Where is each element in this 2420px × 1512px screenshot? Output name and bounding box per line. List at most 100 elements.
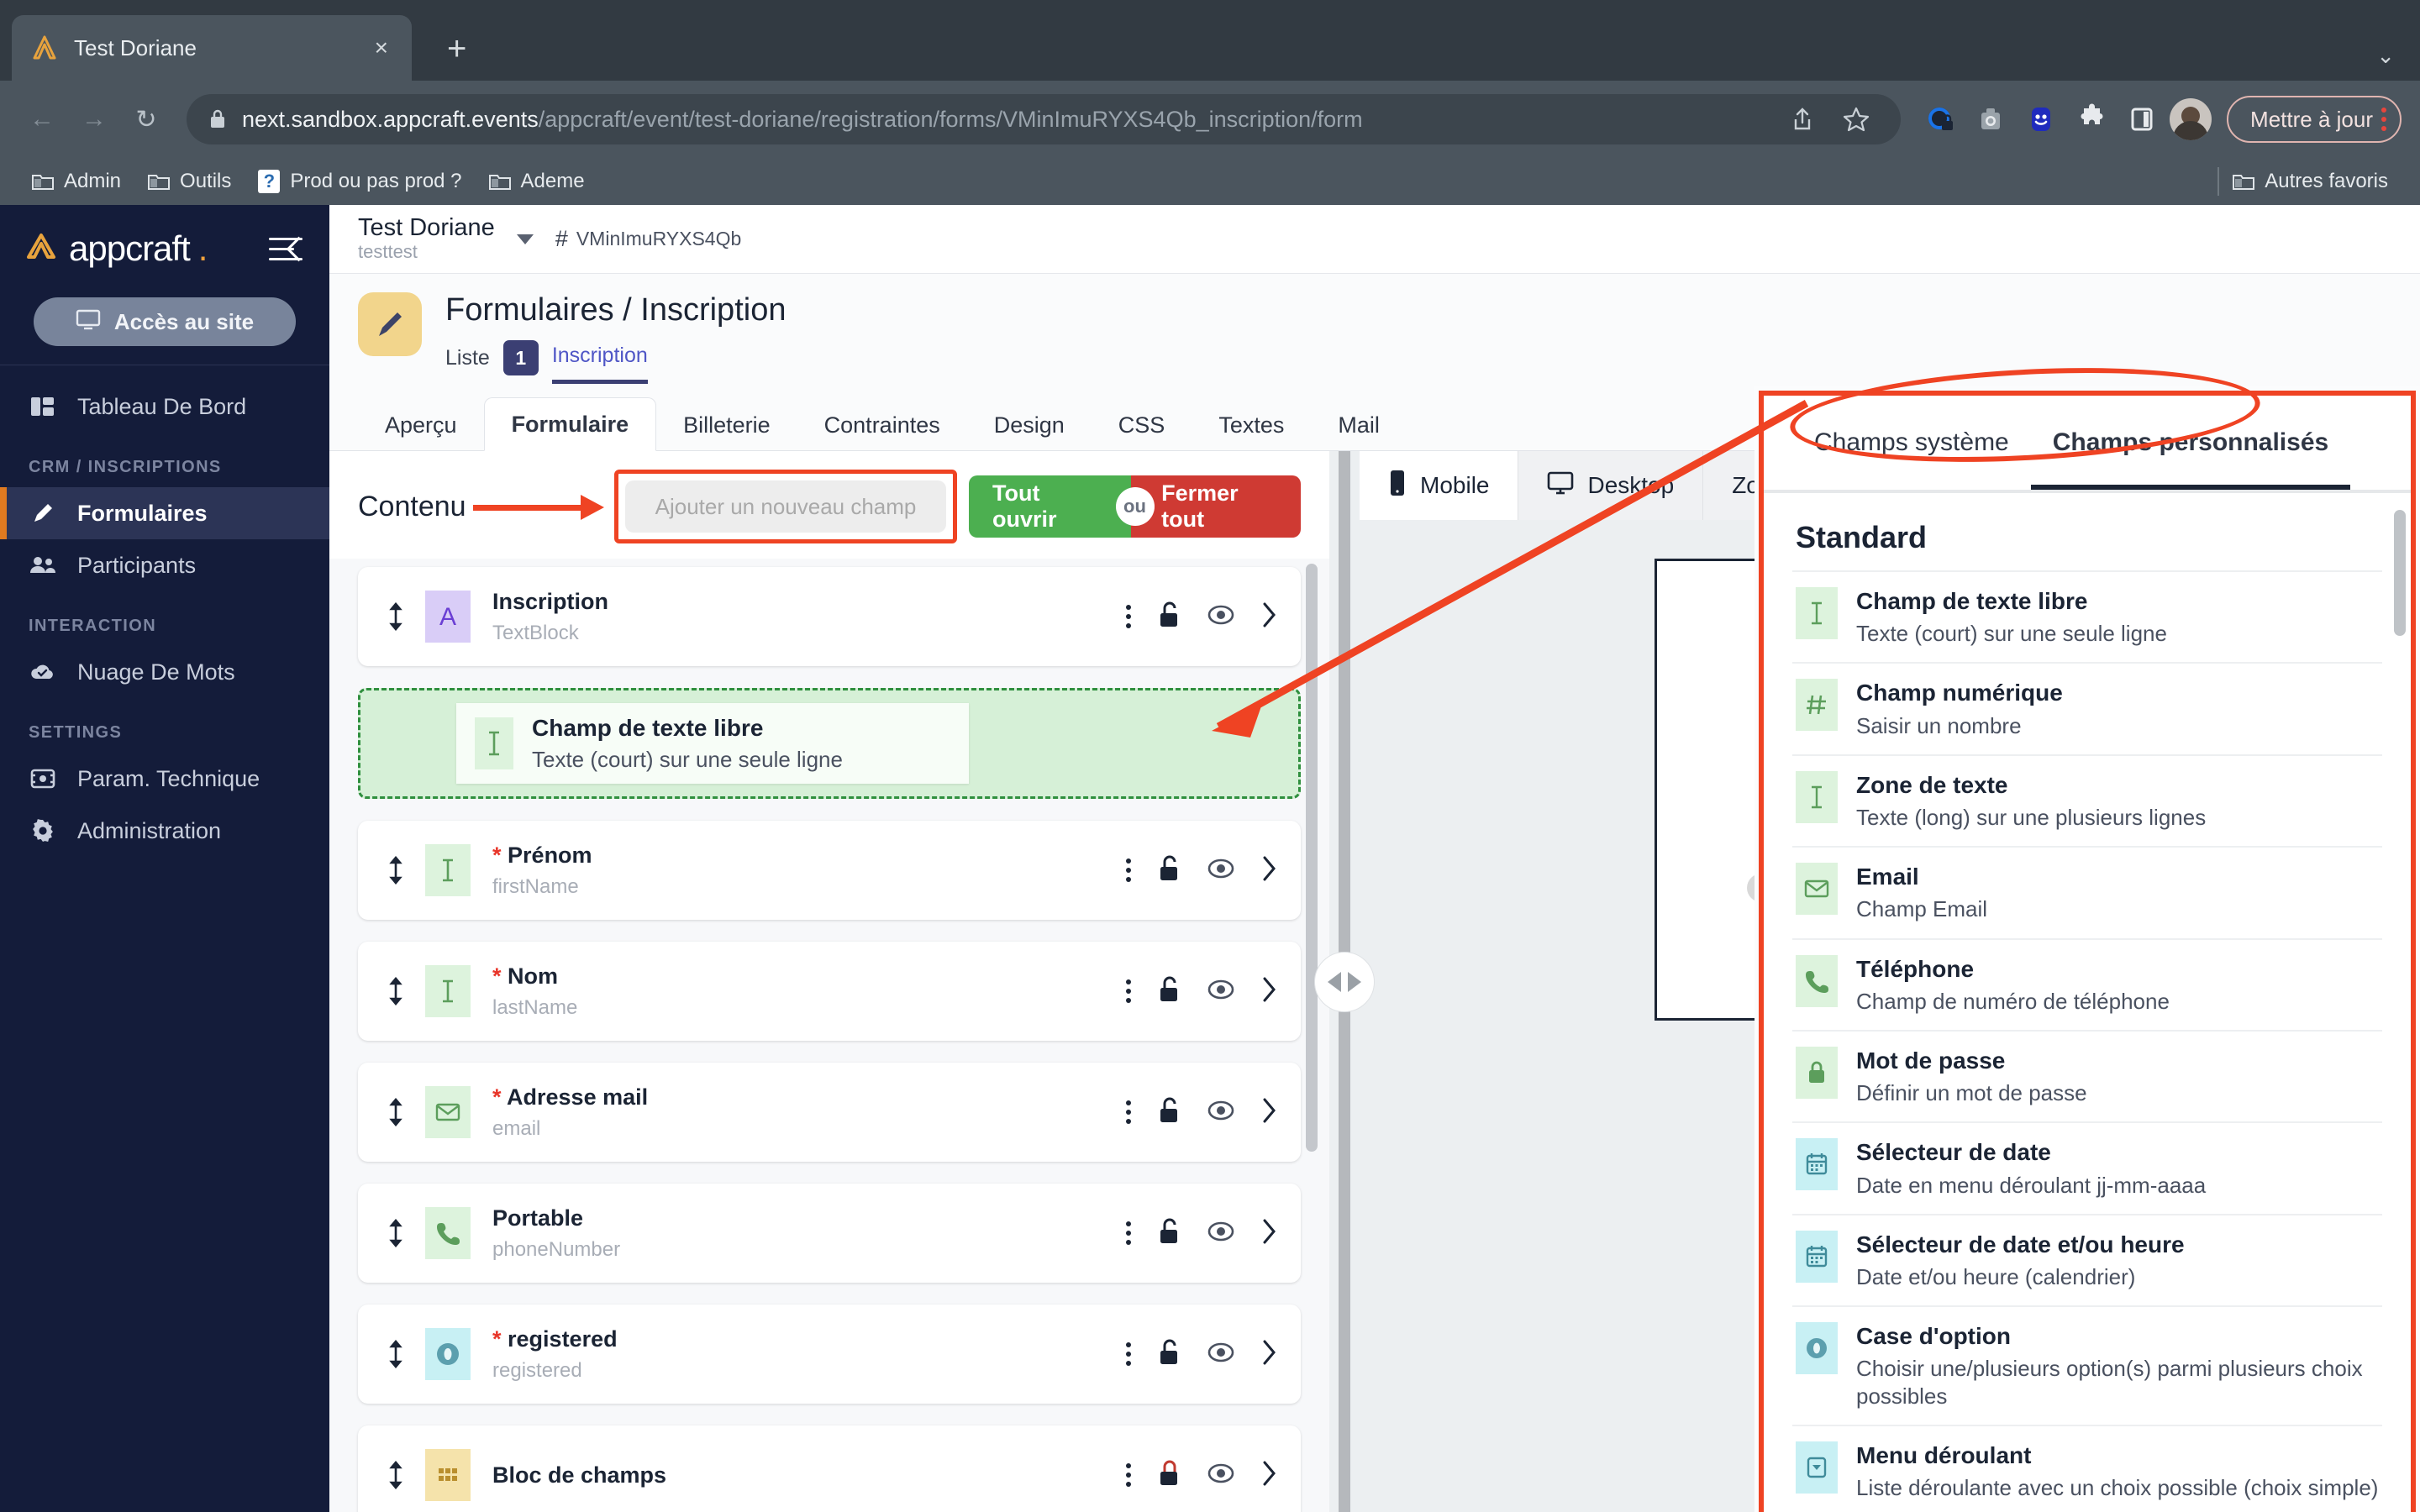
address-bar[interactable]: next.sandbox.appcraft.events/appcraft/ev…	[187, 94, 1902, 144]
bookmark-prod-ou-pas-prod[interactable]: ? Prod ou pas prod ?	[245, 165, 475, 198]
avatar[interactable]	[2170, 98, 2212, 140]
camera-extension-icon[interactable]	[1968, 97, 2013, 142]
tab-apercu[interactable]: Aperçu	[358, 400, 484, 450]
kebab-icon[interactable]	[1126, 1342, 1131, 1366]
sidebar-item-administration[interactable]: Administration	[0, 805, 329, 857]
drawer-scrollbar[interactable]	[2394, 510, 2406, 636]
eye-icon[interactable]	[1207, 1100, 1235, 1126]
sidepanel-icon[interactable]	[2119, 97, 2165, 142]
tab-css[interactable]: CSS	[1092, 400, 1192, 450]
field-list-scrollbar[interactable]	[1306, 564, 1318, 1512]
tab-formulaire[interactable]: Formulaire	[483, 397, 657, 451]
drag-handle-icon[interactable]	[381, 977, 410, 1005]
chevron-right-icon[interactable]	[1260, 1218, 1277, 1249]
drag-handle-icon[interactable]	[381, 602, 410, 631]
list-item-case-d-option[interactable]: Case d'option Choisir une/plusieurs opti…	[1792, 1305, 2382, 1425]
chevron-down-icon[interactable]	[516, 234, 534, 244]
chevron-right-icon[interactable]	[1260, 1097, 1277, 1128]
close-all-button[interactable]: Fermer tout	[1131, 475, 1301, 538]
list-item-email[interactable]: Email Champ Email	[1792, 846, 2382, 937]
list-item-champ-de-texte-libre[interactable]: Champ de texte libre Texte (court) sur u…	[1792, 570, 2382, 662]
chevron-right-icon[interactable]	[1260, 855, 1277, 886]
tab-billeterie[interactable]: Billeterie	[656, 400, 797, 450]
tab-contraintes[interactable]: Contraintes	[797, 400, 967, 450]
access-site-button[interactable]: Accès au site	[34, 297, 296, 346]
back-icon[interactable]: ←	[18, 96, 66, 143]
drag-handle-icon[interactable]	[381, 1340, 410, 1368]
chevron-right-icon[interactable]	[1260, 976, 1277, 1007]
breadcrumb-inscription[interactable]: Inscription	[551, 344, 648, 384]
breadcrumb-liste[interactable]: Liste	[445, 346, 490, 382]
table-row[interactable]: Bloc de champs	[358, 1425, 1301, 1512]
chevron-down-icon[interactable]: ⌄	[2376, 43, 2395, 69]
eye-icon[interactable]	[1207, 1341, 1235, 1368]
bookmark-outils[interactable]: Outils	[134, 165, 245, 198]
bookmark-ademe[interactable]: Ademe	[476, 165, 598, 198]
list-item-zone-de-texte[interactable]: Zone de texte Texte (long) sur une plusi…	[1792, 753, 2382, 846]
drag-handle-icon[interactable]	[381, 1461, 410, 1489]
list-item-champ-numerique[interactable]: Champ numérique Saisir un nombre	[1792, 662, 2382, 753]
eye-icon[interactable]	[1207, 1221, 1235, 1247]
smiley-extension-icon[interactable]	[2018, 97, 2064, 142]
list-item-selecteur-de-date[interactable]: Sélecteur de date Date en menu déroulant…	[1792, 1121, 2382, 1213]
drag-handle-icon[interactable]	[381, 1219, 410, 1247]
tab-design[interactable]: Design	[967, 400, 1092, 450]
bookmark-star-icon[interactable]	[1833, 97, 1879, 142]
bookmark-admin[interactable]: Admin	[18, 165, 134, 198]
chevron-right-icon[interactable]	[1260, 1339, 1277, 1370]
collapse-sidebar-icon[interactable]	[269, 234, 308, 263]
new-tab-button[interactable]: +	[447, 32, 466, 66]
kebab-icon[interactable]	[1126, 1463, 1131, 1487]
list-item-selecteur-de-date-et-ou-heure[interactable]: Sélecteur de date et/ou heure Date et/ou…	[1792, 1213, 2382, 1305]
list-item-mot-de-passe[interactable]: Mot de passe Définir un mot de passe	[1792, 1029, 2382, 1121]
tab-champs-personnalises[interactable]: Champs personnalisés	[2031, 396, 2350, 490]
password-manager-icon[interactable]	[1918, 97, 1963, 142]
table-row[interactable]: * Prénom firstName	[358, 821, 1301, 920]
table-row[interactable]: * registered registered	[358, 1305, 1301, 1404]
list-item-menu-deroulant[interactable]: Menu déroulant Liste déroulante avec un …	[1792, 1424, 2382, 1512]
share-icon[interactable]	[1780, 97, 1825, 142]
table-row[interactable]: * Adresse mail email	[358, 1063, 1301, 1162]
open-all-button[interactable]: Tout ouvrir	[969, 475, 1132, 538]
bookmark-autres-favoris[interactable]: Autres favoris	[2204, 162, 2402, 201]
kebab-icon[interactable]	[1126, 1100, 1131, 1124]
kebab-icon[interactable]	[2381, 108, 2386, 131]
lock-icon[interactable]	[1156, 1459, 1181, 1492]
splitter-handle[interactable]	[1314, 951, 1375, 1012]
eye-icon[interactable]	[1207, 858, 1235, 884]
sidebar-item-param-technique[interactable]: Param. Technique	[0, 753, 329, 805]
sidebar-brand[interactable]: appcraft .	[0, 205, 329, 292]
drag-handle-icon[interactable]	[381, 856, 410, 885]
kebab-icon[interactable]	[1126, 858, 1131, 882]
pane-splitter[interactable]	[1314, 451, 1375, 1512]
sidebar-item-nuage-de-mots[interactable]: Nuage De Mots	[0, 646, 329, 698]
close-icon[interactable]: ×	[370, 36, 393, 60]
table-row[interactable]: Portable phoneNumber	[358, 1184, 1301, 1283]
sidebar-item-formulaires[interactable]: Formulaires	[0, 487, 329, 539]
chevron-right-icon[interactable]	[1260, 1460, 1277, 1491]
table-row[interactable]: A Inscription TextBlock	[358, 567, 1301, 666]
kebab-icon[interactable]	[1126, 605, 1131, 628]
chevron-right-icon[interactable]	[1260, 601, 1277, 633]
event-selector[interactable]: Test Doriane testtest	[358, 215, 495, 262]
tab-mobile[interactable]: Mobile	[1360, 451, 1519, 520]
unlock-icon[interactable]	[1156, 975, 1181, 1008]
tab-mail[interactable]: Mail	[1311, 400, 1407, 450]
unlock-icon[interactable]	[1156, 601, 1181, 633]
forward-icon[interactable]: →	[71, 96, 118, 143]
unlock-icon[interactable]	[1156, 1217, 1181, 1250]
browser-tab[interactable]: Test Doriane ×	[12, 15, 412, 81]
eye-icon[interactable]	[1207, 1462, 1235, 1488]
add-field-input[interactable]: Ajouter un nouveau champ	[625, 480, 946, 533]
drag-handle-icon[interactable]	[381, 1098, 410, 1126]
unlock-icon[interactable]	[1156, 1096, 1181, 1129]
list-item-telephone[interactable]: Téléphone Champ de numéro de téléphone	[1792, 937, 2382, 1030]
sidebar-item-participants[interactable]: Participants	[0, 539, 329, 591]
tab-textes[interactable]: Textes	[1192, 400, 1311, 450]
sidebar-item-tableau-de-bord[interactable]: Tableau De Bord	[0, 381, 329, 433]
unlock-icon[interactable]	[1156, 1338, 1181, 1371]
tab-desktop[interactable]: Desktop	[1518, 451, 1704, 520]
puzzle-extensions-icon[interactable]	[2069, 97, 2114, 142]
tab-champs-systeme[interactable]: Champs système	[1792, 396, 2031, 490]
unlock-icon[interactable]	[1156, 854, 1181, 887]
